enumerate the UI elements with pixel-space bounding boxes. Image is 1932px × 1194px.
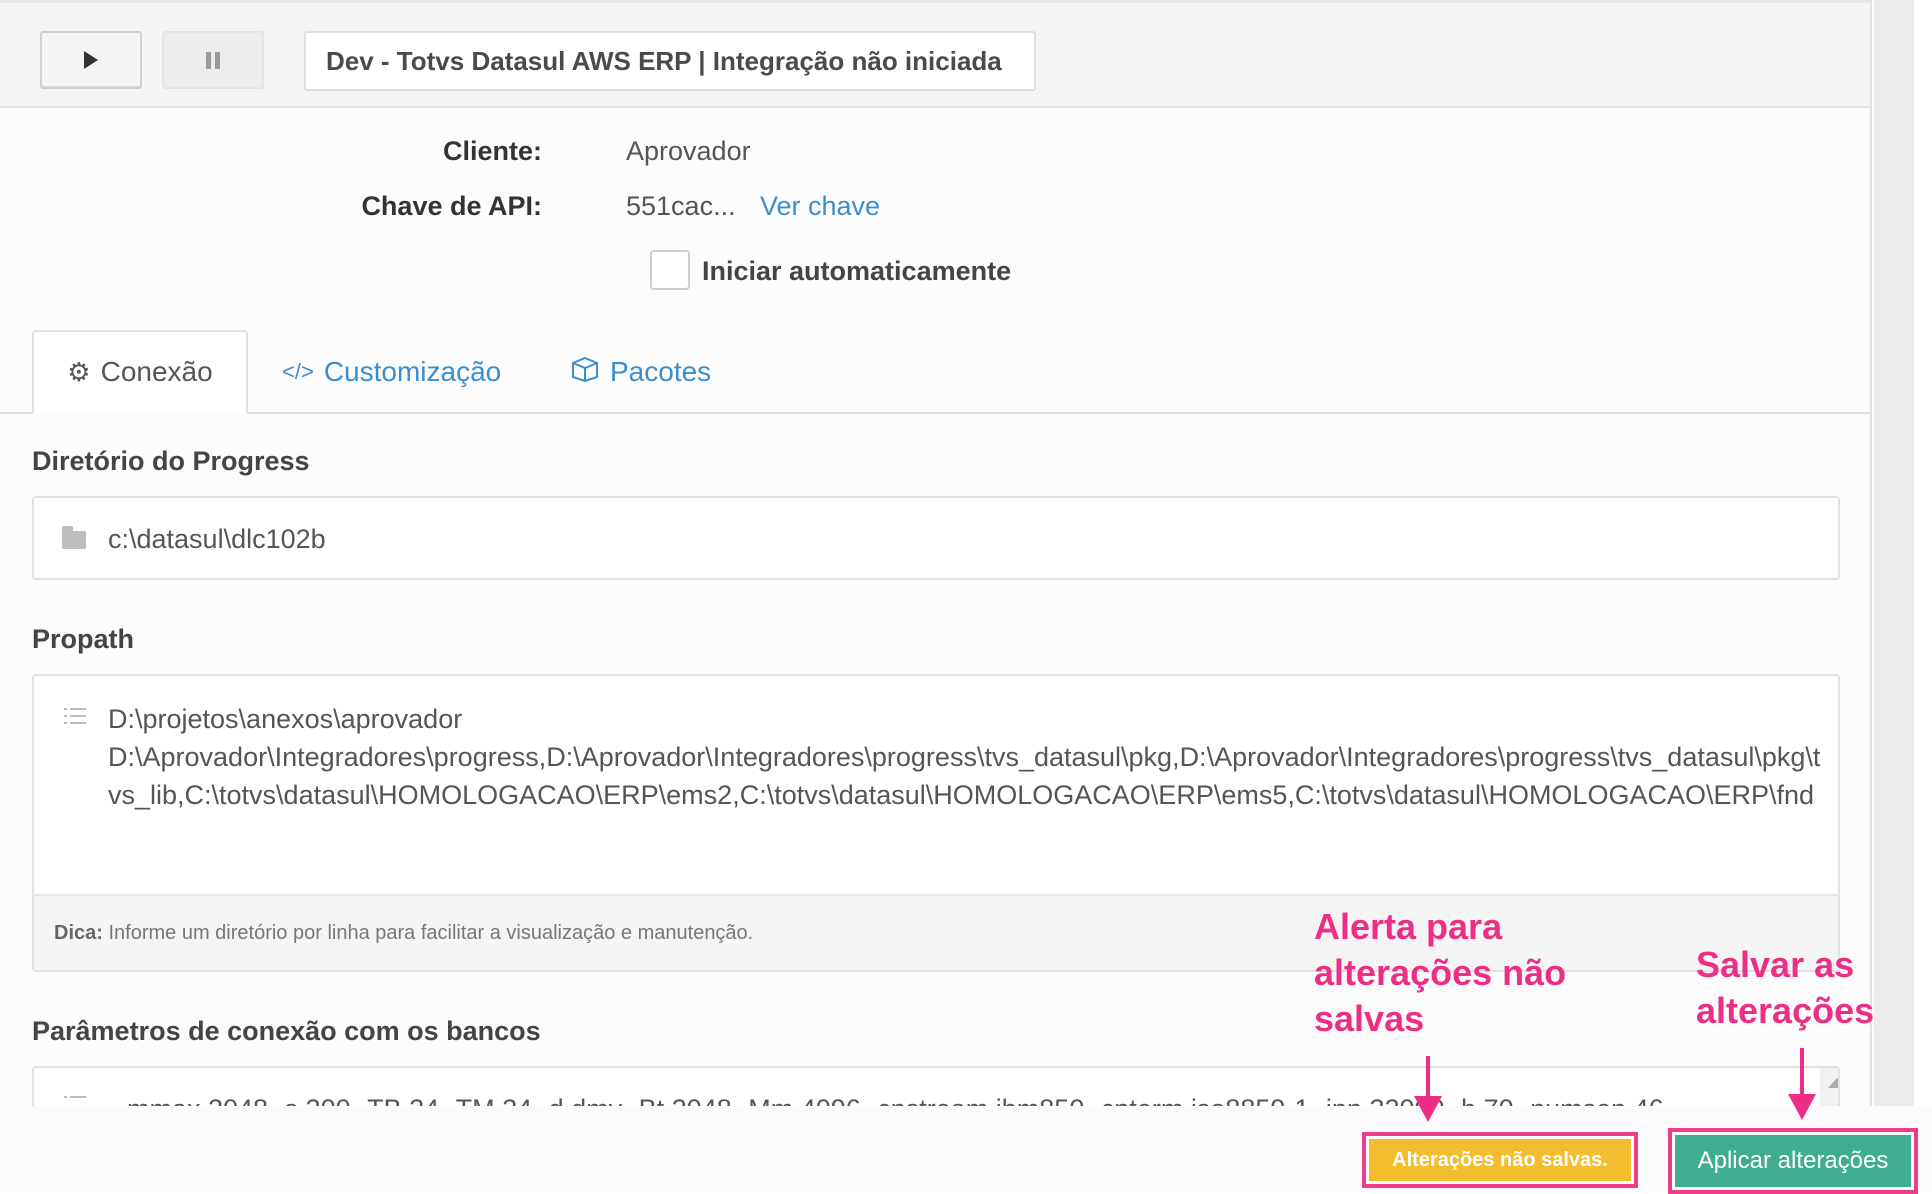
package-icon <box>570 356 600 389</box>
progress-dir-value: c:\datasul\dlc102b <box>108 524 326 554</box>
unsaved-changes-text: Alterações não salvas. <box>1369 1139 1631 1181</box>
view-api-key-link[interactable]: Ver chave <box>760 191 880 222</box>
arrow-down-icon <box>1788 1094 1816 1120</box>
gears-icon: ⚙ <box>67 356 91 387</box>
propath-label: Propath <box>32 624 135 654</box>
annotation-arrow <box>1426 1056 1430 1100</box>
page-scrollbar[interactable] <box>1874 0 1914 1192</box>
apply-changes-button[interactable]: Aplicar alterações <box>1668 1128 1918 1194</box>
tab-customizacao-label: Customização <box>323 356 502 387</box>
api-key-label: Chave de API: <box>361 191 542 221</box>
play-button[interactable] <box>40 31 142 89</box>
folder-icon <box>62 526 86 549</box>
tab-customizacao[interactable]: </> Customização <box>282 330 501 414</box>
progress-dir-field[interactable]: c:\datasul\dlc102b <box>32 496 1840 580</box>
client-label: Cliente: <box>442 136 542 166</box>
apply-annotation-line: alterações <box>1696 990 1875 1031</box>
hint-text: Informe um diretório por linha para faci… <box>102 922 754 944</box>
params-label: Parâmetros de conexão com os bancos <box>32 1016 541 1046</box>
unsaved-annotation: Alerta para alterações não salvas <box>1314 904 1566 1042</box>
propath-value: D:\projetos\anexos\aprovador D:\Aprovado… <box>108 704 1821 810</box>
apply-annotation: Salvar as alterações <box>1696 942 1874 1034</box>
tab-pacotes[interactable]: Pacotes <box>570 330 711 414</box>
tab-conexao-label: Conexão <box>100 356 213 387</box>
tab-conexao[interactable]: ⚙ Conexão <box>32 330 248 414</box>
auto-start-checkbox[interactable] <box>650 250 690 290</box>
arrow-down-icon <box>1414 1096 1442 1122</box>
propath-hint: Dica: Informe um diretório por linha par… <box>34 894 1838 970</box>
footer-bar <box>0 1106 1932 1192</box>
progress-dir-label: Diretório do Progress <box>32 446 310 476</box>
hint-bold: Dica: <box>54 922 103 944</box>
pause-icon <box>206 51 220 69</box>
api-key-value: 551cac... <box>626 191 736 221</box>
unsaved-annotation-line: alterações não <box>1314 952 1567 993</box>
api-key-row: Chave de API: 551cac... Ver chave <box>0 191 1870 231</box>
unsaved-annotation-line: salvas <box>1314 998 1425 1039</box>
scroll-up-arrow-icon[interactable] <box>1828 1078 1838 1088</box>
tab-pacotes-label: Pacotes <box>610 356 712 387</box>
propath-field[interactable]: D:\projetos\anexos\aprovador D:\Aprovado… <box>32 674 1840 972</box>
toolbar: Dev - Totvs Datasul AWS ERP | Integração… <box>0 0 1870 108</box>
list-icon <box>64 708 86 726</box>
integration-status-text: Dev - Totvs Datasul AWS ERP | Integração… <box>326 45 1002 76</box>
auto-start-label[interactable]: Iniciar automaticamente <box>702 256 1011 287</box>
apply-changes-label: Aplicar alterações <box>1675 1135 1911 1187</box>
integration-status: Dev - Totvs Datasul AWS ERP | Integração… <box>304 31 1036 91</box>
client-row: Cliente: Aprovador <box>0 136 1870 176</box>
tabs-divider <box>0 412 1870 414</box>
pause-button[interactable] <box>162 31 264 89</box>
code-icon: </> <box>282 359 314 384</box>
play-icon <box>84 51 98 69</box>
client-value: Aprovador <box>626 136 751 166</box>
apply-annotation-line: Salvar as <box>1696 944 1855 985</box>
integration-panel: Dev - Totvs Datasul AWS ERP | Integração… <box>0 0 1872 1192</box>
unsaved-annotation-line: Alerta para <box>1314 906 1503 947</box>
unsaved-changes-badge: Alterações não salvas. <box>1362 1132 1638 1188</box>
annotation-arrow <box>1800 1048 1804 1098</box>
